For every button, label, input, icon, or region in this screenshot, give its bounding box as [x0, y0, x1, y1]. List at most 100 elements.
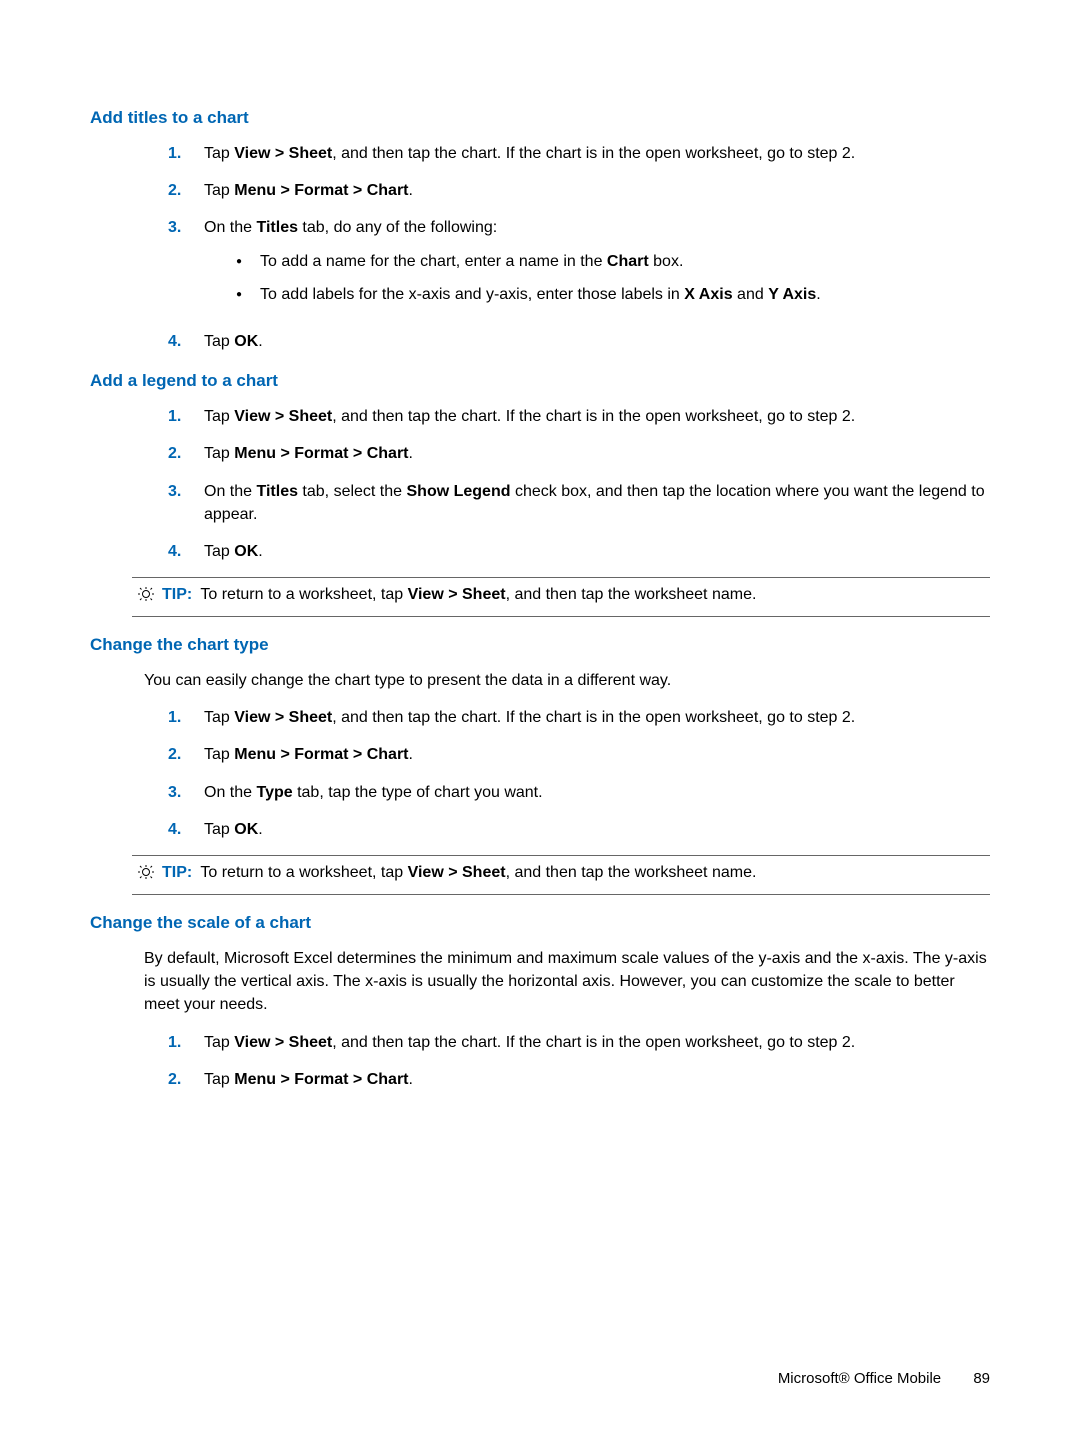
text: To return to a worksheet, tap [200, 864, 407, 881]
heading-change-type: Change the chart type [90, 635, 990, 655]
lightbulb-icon [138, 865, 154, 886]
step-item: 3. On the Type tab, tap the type of char… [168, 781, 990, 804]
text: , and then tap the worksheet name. [506, 864, 757, 881]
step-number: 1. [168, 405, 194, 428]
bullet-list: To add a name for the chart, enter a nam… [232, 250, 990, 306]
step-text: Tap Menu > Format > Chart. [204, 442, 990, 465]
footer-title: Microsoft® Office Mobile [778, 1370, 941, 1387]
step-text: Tap Menu > Format > Chart. [204, 179, 990, 202]
text: Tap [204, 145, 234, 162]
step-number: 4. [168, 330, 194, 353]
text: tab, tap the type of chart you want. [293, 784, 543, 801]
step-item: 3. On the Titles tab, select the Show Le… [168, 480, 990, 526]
intro-paragraph: By default, Microsoft Excel determines t… [144, 947, 990, 1017]
bold-text: View > Sheet [234, 408, 332, 425]
step-text: Tap View > Sheet, and then tap the chart… [204, 706, 990, 729]
text: Tap [204, 821, 234, 838]
text: To return to a worksheet, tap [200, 586, 407, 603]
text: , and then tap the chart. If the chart i… [332, 408, 855, 425]
step-number: 3. [168, 216, 194, 239]
step-number: 4. [168, 818, 194, 841]
text: tab, select the [298, 483, 407, 500]
tip-text: TIP: To return to a worksheet, tap View … [162, 586, 756, 604]
text: To add labels for the x-axis and y-axis,… [260, 286, 684, 303]
text: . [409, 1071, 413, 1088]
step-item: 1. Tap View > Sheet, and then tap the ch… [168, 1031, 990, 1054]
bold-text: Menu > Format > Chart [234, 182, 408, 199]
bold-text: Menu > Format > Chart [234, 746, 408, 763]
page-footer: Microsoft® Office Mobile 89 [778, 1370, 990, 1387]
step-item: 4. Tap OK. [168, 330, 990, 353]
text: Tap [204, 182, 234, 199]
step-text: On the Titles tab, do any of the followi… [204, 216, 990, 316]
step-number: 2. [168, 743, 194, 766]
tip-callout: TIP: To return to a worksheet, tap View … [132, 577, 990, 617]
bullet-text: To add a name for the chart, enter a nam… [260, 250, 683, 273]
steps-list: 1. Tap View > Sheet, and then tap the ch… [168, 405, 990, 563]
bullet-item: To add a name for the chart, enter a nam… [232, 250, 990, 273]
text: and [733, 286, 769, 303]
bold-text: Chart [607, 253, 649, 270]
text: On the [204, 219, 256, 236]
bold-text: View > Sheet [234, 709, 332, 726]
text: , and then tap the chart. If the chart i… [332, 709, 855, 726]
step-number: 3. [168, 480, 194, 503]
bold-text: OK [234, 543, 258, 560]
step-number: 1. [168, 706, 194, 729]
text: . [409, 445, 413, 462]
heading-add-legend: Add a legend to a chart [90, 371, 990, 391]
step-text: Tap OK. [204, 540, 990, 563]
bold-text: X Axis [684, 286, 732, 303]
step-text: On the Titles tab, select the Show Legen… [204, 480, 990, 526]
bold-text: Menu > Format > Chart [234, 445, 408, 462]
text: To add a name for the chart, enter a nam… [260, 253, 607, 270]
steps-list: 1. Tap View > Sheet, and then tap the ch… [168, 706, 990, 841]
step-text: Tap View > Sheet, and then tap the chart… [204, 142, 990, 165]
step-item: 4. Tap OK. [168, 818, 990, 841]
text: . [409, 746, 413, 763]
text: On the [204, 784, 256, 801]
step-item: 1. Tap View > Sheet, and then tap the ch… [168, 706, 990, 729]
step-number: 4. [168, 540, 194, 563]
heading-change-scale: Change the scale of a chart [90, 913, 990, 933]
bullet-text: To add labels for the x-axis and y-axis,… [260, 283, 821, 306]
step-text: Tap View > Sheet, and then tap the chart… [204, 1031, 990, 1054]
text: Tap [204, 408, 234, 425]
document-page: Add titles to a chart 1. Tap View > Shee… [0, 0, 1080, 1145]
step-item: 2. Tap Menu > Format > Chart. [168, 179, 990, 202]
bold-text: View > Sheet [234, 1034, 332, 1051]
bold-text: Menu > Format > Chart [234, 1071, 408, 1088]
step-item: 2. Tap Menu > Format > Chart. [168, 743, 990, 766]
step-text: Tap Menu > Format > Chart. [204, 1068, 990, 1091]
bold-text: Show Legend [407, 483, 511, 500]
tip-text: TIP: To return to a worksheet, tap View … [162, 864, 756, 882]
text: . [258, 543, 262, 560]
bullet-item: To add labels for the x-axis and y-axis,… [232, 283, 990, 306]
text: . [258, 333, 262, 350]
bold-text: View > Sheet [234, 145, 332, 162]
bold-text: View > Sheet [408, 864, 506, 881]
step-number: 2. [168, 1068, 194, 1091]
bold-text: Type [256, 784, 292, 801]
steps-list: 1. Tap View > Sheet, and then tap the ch… [168, 142, 990, 353]
step-item: 2. Tap Menu > Format > Chart. [168, 442, 990, 465]
step-number: 1. [168, 1031, 194, 1054]
tip-label: TIP: [162, 586, 192, 603]
text: Tap [204, 445, 234, 462]
text: , and then tap the chart. If the chart i… [332, 145, 855, 162]
intro-paragraph: You can easily change the chart type to … [144, 669, 990, 692]
text: . [258, 821, 262, 838]
text: . [816, 286, 820, 303]
step-item: 3. On the Titles tab, do any of the foll… [168, 216, 990, 316]
lightbulb-icon [138, 587, 154, 608]
step-number: 2. [168, 179, 194, 202]
step-number: 1. [168, 142, 194, 165]
page-number: 89 [973, 1370, 990, 1387]
text: Tap [204, 709, 234, 726]
step-text: Tap OK. [204, 330, 990, 353]
heading-add-titles: Add titles to a chart [90, 108, 990, 128]
step-text: Tap Menu > Format > Chart. [204, 743, 990, 766]
step-text: Tap View > Sheet, and then tap the chart… [204, 405, 990, 428]
text: tab, do any of the following: [298, 219, 497, 236]
text: , and then tap the chart. If the chart i… [332, 1034, 855, 1051]
